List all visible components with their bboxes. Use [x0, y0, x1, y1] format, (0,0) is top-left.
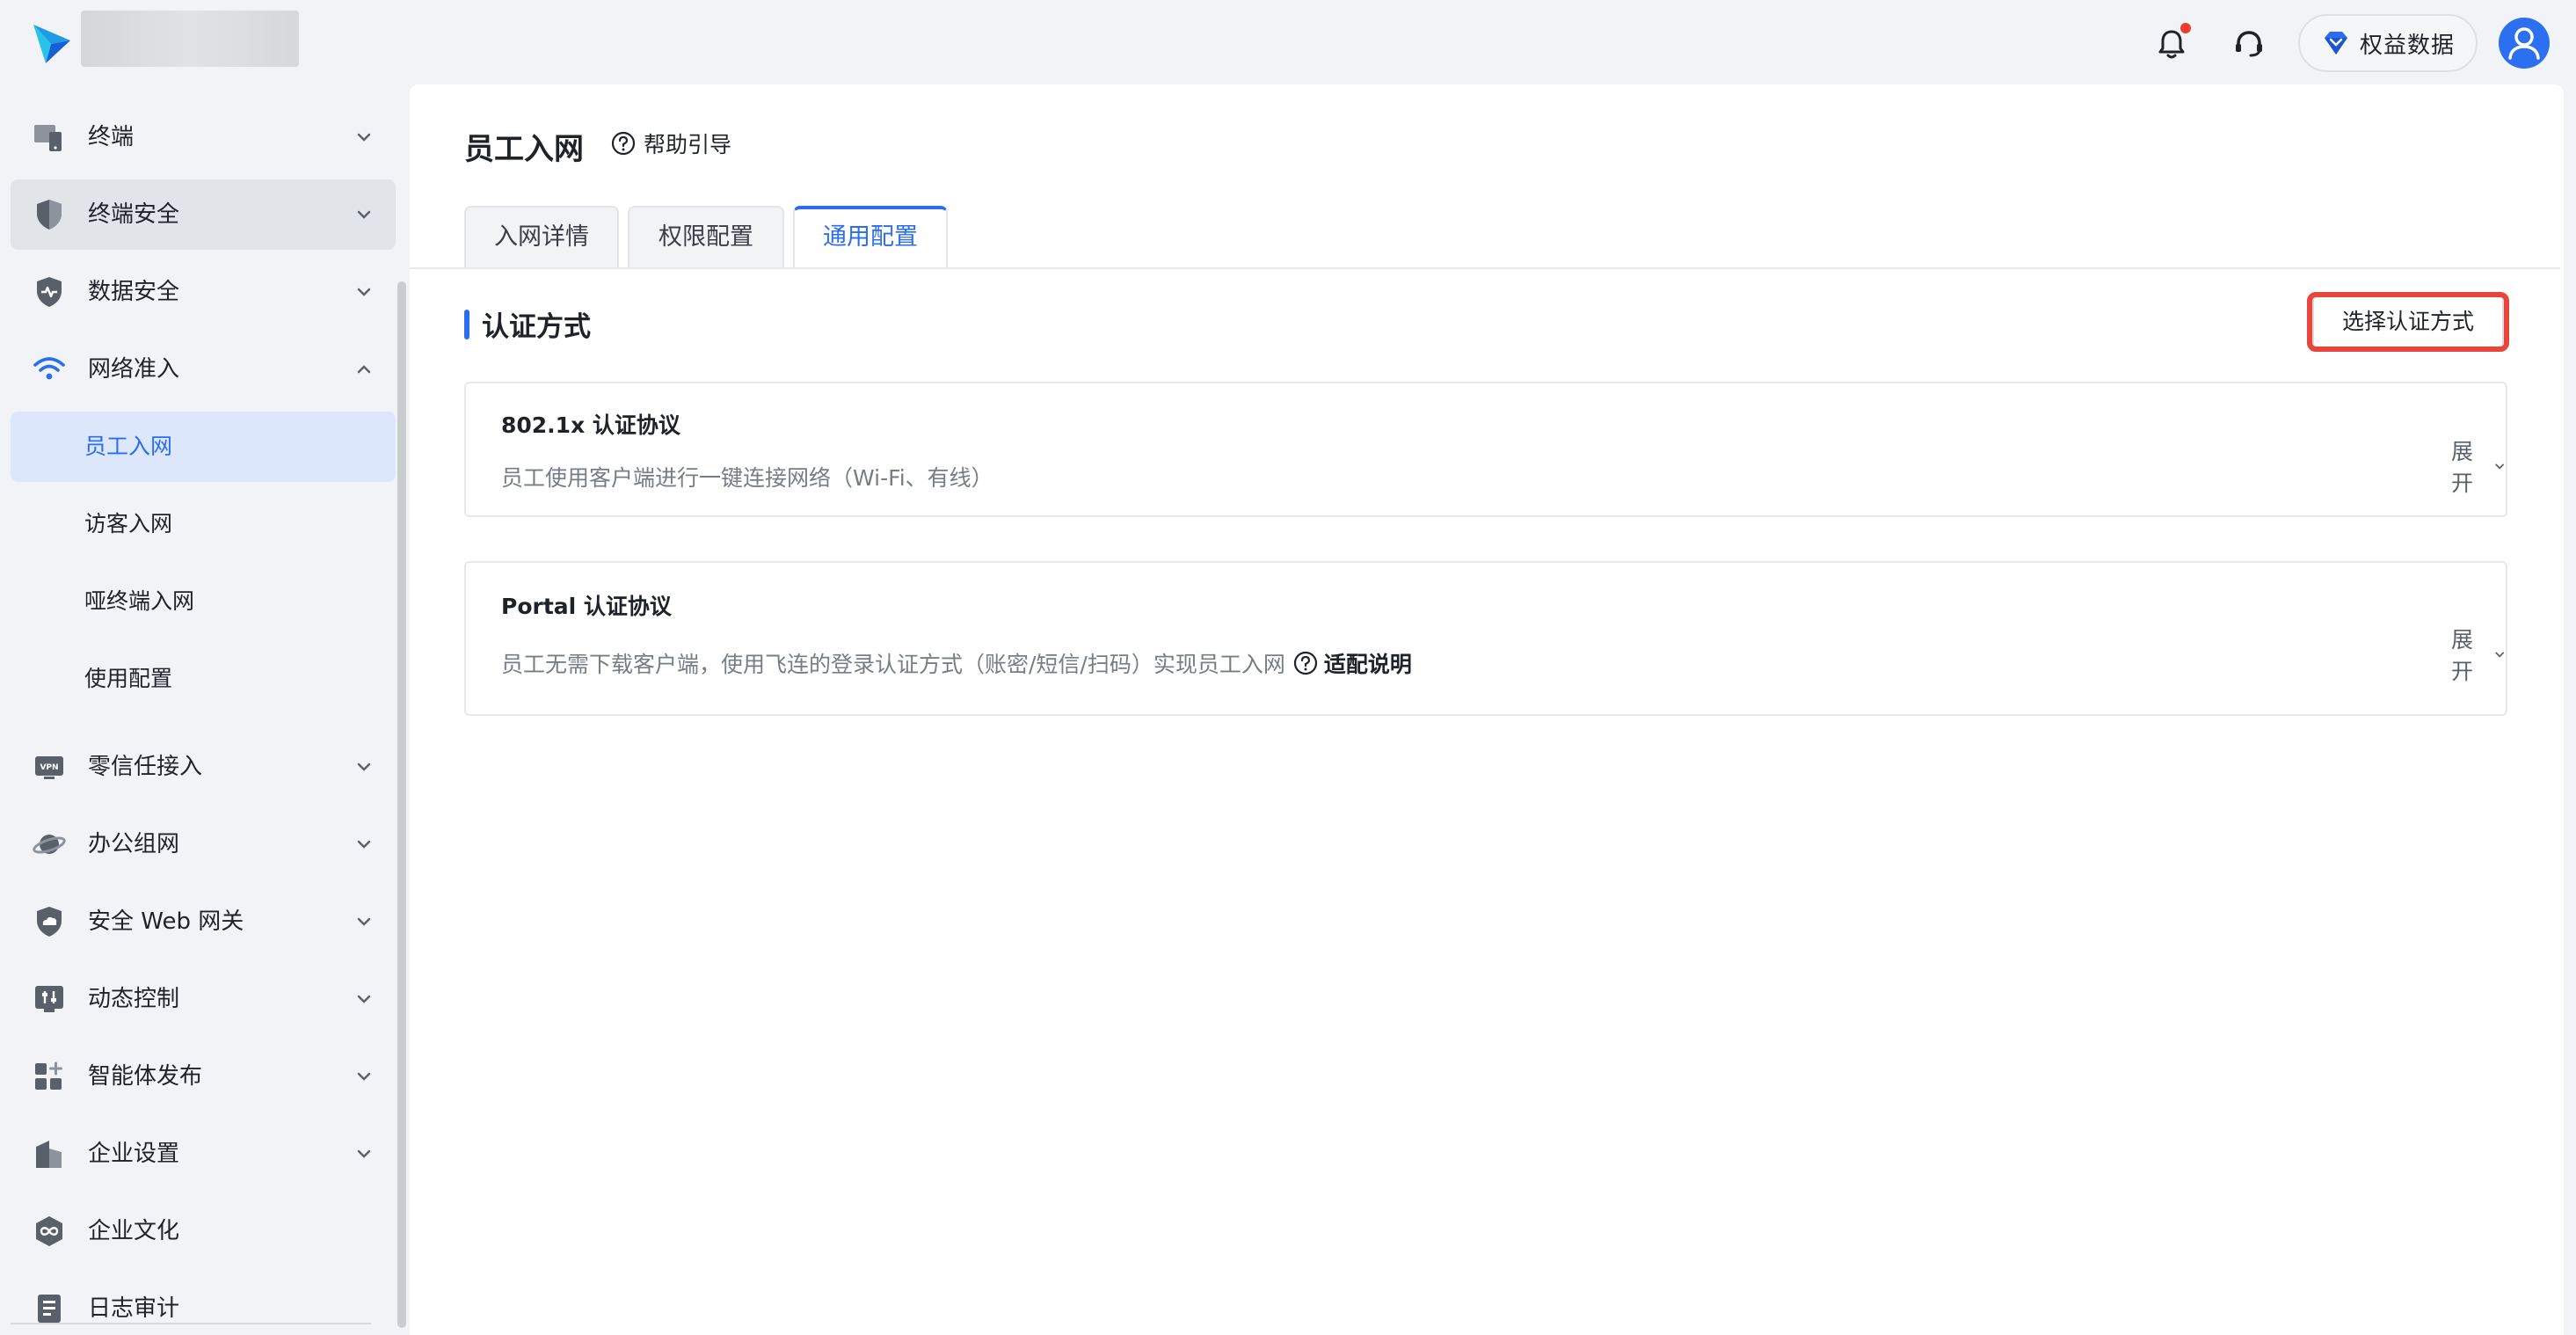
vpn-icon: VPN — [32, 749, 67, 784]
sidebar-item-terminal-security[interactable]: 终端安全 — [11, 179, 396, 250]
chevron-down-icon — [2495, 652, 2504, 658]
sidebar-item-label: 日志审计 — [88, 1295, 180, 1322]
section-title-accent — [464, 310, 469, 339]
sidebar-subitem-label: 使用配置 — [84, 666, 173, 691]
data-shield-icon — [32, 274, 67, 310]
sidebar-item-zero-trust[interactable]: VPN 零信任接入 — [11, 732, 396, 802]
sidebar-item-label: 企业文化 — [88, 1218, 180, 1244]
card-description: 员工使用客户端进行一键连接网络（Wi-Fi、有线） — [501, 461, 993, 492]
expand-button[interactable]: 展开 — [2451, 434, 2506, 498]
chevron-down-icon — [355, 1145, 373, 1163]
sidebar-item-dynamic-control[interactable]: 动态控制 — [11, 964, 396, 1034]
user-avatar[interactable] — [2499, 18, 2550, 69]
sidebar-item-enterprise-culture[interactable]: 企业文化 — [11, 1196, 396, 1266]
sidebar-item-data-security[interactable]: 数据安全 — [11, 257, 396, 327]
auth-protocol-card-portal: Portal 认证协议 员工无需下载客户端，使用飞连的登录认证方式（账密/短信/… — [464, 561, 2507, 716]
sidebar-item-log-audit[interactable]: 日志审计 — [11, 1273, 396, 1335]
help-guide-link[interactable]: 帮助引导 — [610, 128, 731, 158]
planet-icon — [32, 827, 67, 862]
expand-label: 展开 — [2451, 439, 2474, 496]
wifi-icon — [32, 352, 67, 387]
sidebar-item-network-access[interactable]: 网络准入 — [11, 334, 396, 405]
sidebar-subitem-usage-config[interactable]: 使用配置 — [11, 644, 396, 714]
adaptation-guide-link[interactable]: 适配说明 — [1292, 647, 1412, 679]
sidebar-item-label: 企业设置 — [88, 1141, 180, 1167]
svg-text:VPN: VPN — [40, 763, 58, 772]
control-icon — [32, 981, 67, 1017]
chevron-down-icon — [355, 128, 373, 146]
sidebar-subitem-dumb-terminal-access[interactable]: 哑终端入网 — [11, 566, 396, 637]
sidebar-subitem-employee-access[interactable]: 员工入网 — [11, 412, 396, 482]
sidebar-item-label: 数据安全 — [88, 279, 180, 305]
building-icon — [32, 1136, 67, 1171]
section-title: 认证方式 — [482, 311, 591, 343]
cloud-shield-icon — [32, 904, 67, 939]
sidebar-item-office-network[interactable]: 办公组网 — [11, 809, 396, 879]
chevron-down-icon — [355, 990, 373, 1008]
sidebar-item-label: 动态控制 — [88, 986, 180, 1012]
expand-button[interactable]: 展开 — [2451, 623, 2506, 686]
tab-general-config[interactable]: 通用配置 — [793, 206, 948, 267]
log-icon — [32, 1291, 67, 1326]
chevron-down-icon — [355, 835, 373, 853]
chevron-down-icon — [355, 283, 373, 301]
tab-access-details[interactable]: 入网详情 — [464, 206, 619, 267]
benefit-data-button[interactable]: 权益数据 — [2298, 14, 2478, 72]
card-description-text: 员工使用客户端进行一键连接网络（Wi-Fi、有线） — [501, 465, 993, 491]
grid-plus-icon — [32, 1059, 67, 1094]
benefit-data-label: 权益数据 — [2359, 32, 2455, 59]
sidebar-item-label: 网络准入 — [88, 356, 180, 383]
sidebar-item-label: 终端 — [88, 124, 135, 150]
auth-protocol-card-8021x: 802.1x 认证协议 员工使用客户端进行一键连接网络（Wi-Fi、有线） 展开 — [464, 382, 2507, 517]
notification-bell-icon[interactable] — [2152, 23, 2191, 63]
sidebar-subitem-label: 哑终端入网 — [84, 588, 195, 614]
sidebar-item-enterprise-settings[interactable]: 企业设置 — [11, 1119, 396, 1189]
sidebar-scrollbar[interactable] — [397, 281, 406, 1328]
shield-icon — [32, 197, 67, 232]
sidebar: 终端 终端安全 数据安全 网络准入 员工入网 访客入网 哑终端入网 使用配置 V… — [0, 84, 410, 1335]
page-title: 员工入网 — [464, 132, 584, 167]
help-guide-label: 帮助引导 — [644, 132, 732, 157]
question-circle-icon — [1293, 651, 1317, 675]
sidebar-item-label: 终端安全 — [88, 201, 180, 228]
infinity-icon — [32, 1214, 67, 1249]
sidebar-subitem-label: 访客入网 — [84, 511, 173, 536]
sidebar-item-label: 零信任接入 — [88, 754, 203, 780]
chevron-down-icon — [355, 758, 373, 776]
organization-name-blurred — [81, 11, 299, 67]
tab-permission-config[interactable]: 权限配置 — [628, 206, 784, 267]
card-description-text: 员工无需下载客户端，使用飞连的登录认证方式（账密/短信/扫码）实现员工入网 — [501, 652, 1285, 677]
sidebar-item-label: 智能体发布 — [88, 1063, 203, 1090]
chevron-down-icon — [355, 913, 373, 930]
sidebar-item-label: 办公组网 — [88, 831, 180, 857]
sidebar-item-label: 安全 Web 网关 — [88, 908, 244, 935]
main-content: 员工入网 帮助引导 入网详情 权限配置 通用配置 认证方式 选择认证方式 802… — [410, 84, 2564, 1335]
sidebar-divider — [11, 1323, 371, 1324]
sidebar-item-agent-publish[interactable]: 智能体发布 — [11, 1041, 396, 1112]
top-bar: 权益数据 — [0, 0, 2576, 84]
expand-label: 展开 — [2451, 627, 2474, 684]
app-logo-icon[interactable] — [32, 23, 72, 65]
chevron-down-icon — [355, 1068, 373, 1085]
card-title: 802.1x 认证协议 — [501, 412, 680, 438]
question-circle-icon — [611, 131, 636, 156]
sidebar-item-secure-web-gateway[interactable]: 安全 Web 网关 — [11, 886, 396, 957]
chevron-down-icon — [2495, 463, 2504, 470]
card-description: 员工无需下载客户端，使用飞连的登录认证方式（账密/短信/扫码）实现员工入网 适配… — [501, 647, 1412, 679]
sidebar-subitem-guest-access[interactable]: 访客入网 — [11, 489, 396, 559]
select-auth-method-button[interactable]: 选择认证方式 — [2312, 295, 2504, 348]
tabs-divider — [410, 267, 2560, 269]
adaptation-guide-label: 适配说明 — [1323, 652, 1412, 677]
notification-dot — [2180, 23, 2191, 33]
card-title: Portal 认证协议 — [501, 594, 672, 619]
customer-service-icon[interactable] — [2230, 25, 2268, 63]
chevron-down-icon — [355, 206, 373, 223]
sidebar-subitem-label: 员工入网 — [84, 434, 173, 459]
diamond-icon — [2324, 32, 2347, 55]
sidebar-item-terminal[interactable]: 终端 — [11, 102, 396, 172]
terminal-icon — [32, 120, 67, 155]
chevron-up-icon — [355, 361, 373, 378]
